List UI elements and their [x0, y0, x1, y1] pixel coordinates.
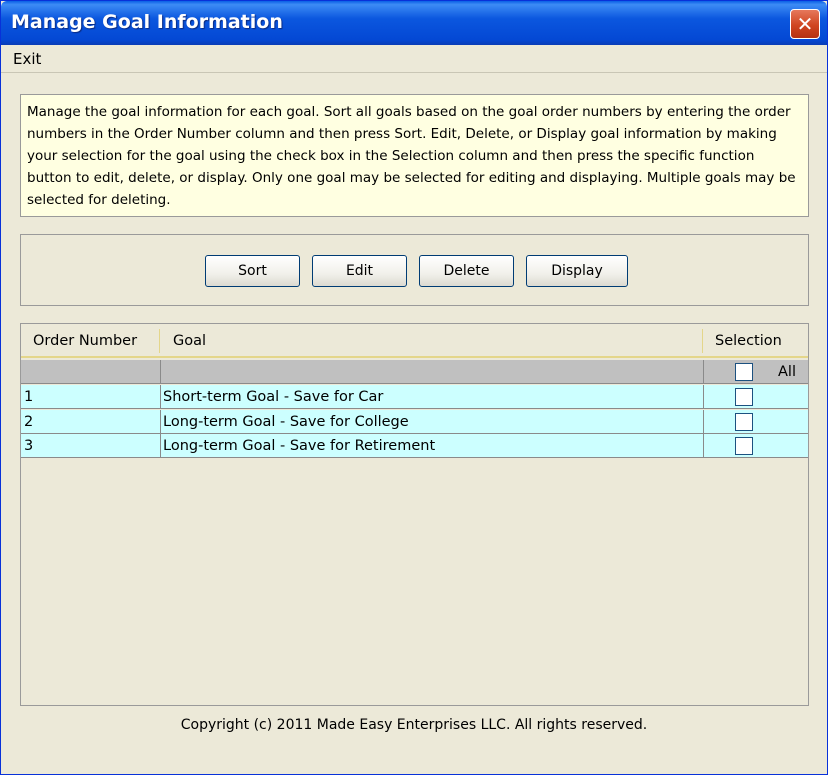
manage-goal-window: Manage Goal Information ✕ Exit Manage th… [0, 0, 828, 775]
goal-cell[interactable]: Short-term Goal - Save for Car [163, 385, 701, 409]
cell-divider [160, 360, 161, 384]
window-title: Manage Goal Information [11, 11, 283, 33]
delete-button[interactable]: Delete [419, 255, 514, 287]
select-all-label: All [778, 364, 796, 380]
row-selection-checkbox[interactable] [735, 388, 753, 406]
menu-item-exit[interactable]: Exit [13, 50, 41, 68]
column-divider[interactable] [159, 329, 160, 353]
column-header-goal[interactable]: Goal [173, 324, 206, 358]
close-icon: ✕ [796, 12, 814, 36]
cell-divider [160, 434, 161, 458]
edit-button[interactable]: Edit [312, 255, 407, 287]
cell-divider [703, 360, 704, 384]
row-selection-checkbox[interactable] [735, 437, 753, 455]
table-row[interactable]: 3 Long-term Goal - Save for Retirement [21, 434, 808, 458]
display-button[interactable]: Display [526, 255, 628, 287]
goals-table: Order Number Goal Selection All 1 Short-… [20, 323, 809, 706]
cell-divider [703, 410, 704, 434]
cell-divider [703, 434, 704, 458]
table-header: Order Number Goal Selection [21, 324, 808, 358]
cell-divider [160, 385, 161, 409]
cell-divider [703, 385, 704, 409]
instructions-text: Manage the goal information for each goa… [27, 104, 796, 208]
title-bar[interactable]: Manage Goal Information ✕ [1, 1, 827, 45]
select-all-checkbox[interactable] [735, 363, 753, 381]
goal-cell[interactable]: Long-term Goal - Save for College [163, 410, 701, 434]
close-button[interactable]: ✕ [790, 9, 820, 39]
instructions-panel: Manage the goal information for each goa… [20, 94, 809, 217]
copyright-text: Copyright (c) 2011 Made Easy Enterprises… [180, 717, 648, 733]
sort-button[interactable]: Sort [205, 255, 300, 287]
column-header-order-number[interactable]: Order Number [33, 324, 137, 358]
column-header-selection[interactable]: Selection [715, 324, 782, 358]
order-number-cell[interactable]: 3 [24, 434, 158, 458]
menu-bar: Exit [1, 45, 827, 73]
goal-cell[interactable]: Long-term Goal - Save for Retirement [163, 434, 701, 458]
table-row[interactable]: 2 Long-term Goal - Save for College [21, 410, 808, 434]
column-divider[interactable] [702, 329, 703, 353]
row-selection-checkbox[interactable] [735, 413, 753, 431]
select-all-row: All [21, 360, 808, 384]
table-row[interactable]: 1 Short-term Goal - Save for Car [21, 385, 808, 409]
cell-divider [160, 410, 161, 434]
order-number-cell[interactable]: 2 [24, 410, 158, 434]
order-number-cell[interactable]: 1 [24, 385, 158, 409]
action-button-panel: Sort Edit Delete Display [20, 234, 809, 306]
